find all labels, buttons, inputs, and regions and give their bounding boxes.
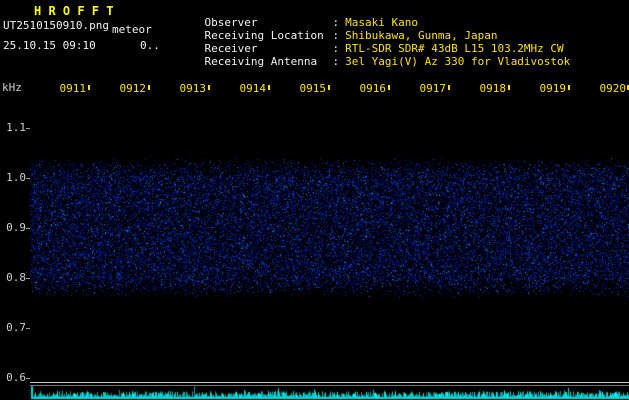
time-tick-label: 0911 (52, 83, 86, 95)
freq-tick-label: 1.1 (4, 122, 26, 134)
freq-tick-label: 0.6 (4, 372, 26, 384)
freq-unit-label: kHz (2, 82, 22, 94)
app-title: H R O F F T (34, 5, 113, 17)
time-tick-label: 0915 (292, 83, 326, 95)
time-tick-label: 0913 (172, 83, 206, 95)
freq-tick-mark (26, 178, 30, 179)
freq-tick-label: 0.7 (4, 322, 26, 334)
freq-tick-mark (26, 228, 30, 229)
minute-tick-mark (328, 85, 330, 90)
minute-tick-mark (88, 85, 90, 90)
freq-tick-mark (26, 378, 30, 379)
info-label: Receiving Antenna (205, 56, 333, 68)
time-tick-label: 0912 (112, 83, 146, 95)
info-value: 3el Yagi(V) Az 330 for Vladivostok (345, 55, 570, 68)
minute-tick-mark (448, 85, 450, 90)
info-row-antenna: Receiving Antenna:3el Yagi(V) Az 330 for… (178, 44, 570, 80)
freq-tick-mark (26, 328, 30, 329)
output-filename: UT2510150910.png (3, 20, 109, 32)
minute-tick-mark (208, 85, 210, 90)
freq-tick-label: 0.8 (4, 272, 26, 284)
freq-tick-label: 1.0 (4, 172, 26, 184)
time-tick-label: 0920 (592, 83, 626, 95)
info-separator: : (333, 55, 340, 68)
freq-tick-label: 0.9 (4, 222, 26, 234)
time-tick-label: 0918 (472, 83, 506, 95)
minute-tick-mark (268, 85, 270, 90)
freq-tick-mark (26, 278, 30, 279)
level-strip-top-border (30, 385, 629, 386)
time-tick-label: 0919 (532, 83, 566, 95)
datetime-label: 25.10.15 09:10 (3, 40, 96, 52)
hrofft-window: H R O F F T UT2510150910.png meteor 25.1… (0, 0, 629, 400)
mode-label: meteor (112, 24, 152, 36)
minute-tick-mark (148, 85, 150, 90)
time-tick-label: 0917 (412, 83, 446, 95)
time-tick-label: 0916 (352, 83, 386, 95)
freq-tick-mark (26, 128, 30, 129)
minute-tick-mark (388, 85, 390, 90)
minute-tick-mark (568, 85, 570, 90)
time-tick-label: 0914 (232, 83, 266, 95)
spectrogram-bottom-border (30, 382, 629, 383)
counter-label: 0.. (140, 40, 160, 52)
minute-tick-mark (508, 85, 510, 90)
